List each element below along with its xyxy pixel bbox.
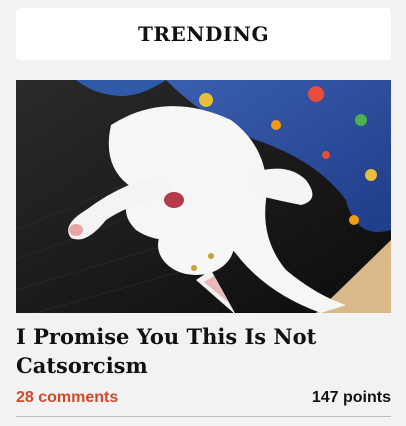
trending-heading: TRENDING (137, 22, 270, 46)
trending-header: TRENDING (16, 8, 391, 60)
post-image[interactable] (16, 80, 391, 313)
post-title[interactable]: I Promise You This Is Not Catsorcism (16, 322, 391, 380)
divider (16, 416, 391, 417)
post-meta: 28 comments 147 points (16, 388, 391, 408)
points-count: 147 points (311, 389, 391, 406)
comments-link[interactable]: 28 comments (16, 389, 118, 407)
